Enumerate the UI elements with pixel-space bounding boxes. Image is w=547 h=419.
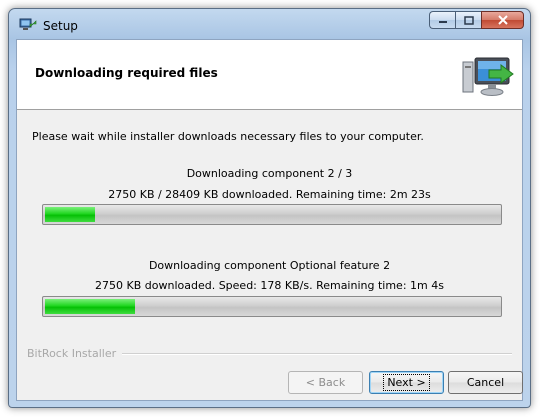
setup-window: Setup Downloading required files Please … [8,8,531,408]
back-button[interactable]: < Back [288,371,363,394]
next-button[interactable]: Next > [369,371,444,394]
window-title: Setup [43,19,78,33]
download-1-progress-bar [42,204,502,225]
wizard-body: Downloading required files Please wait w… [16,39,523,401]
instructions-text: Please wait while installer downloads ne… [32,130,424,143]
setup-app-icon [19,18,37,30]
wizard-header: Downloading required files [17,40,522,110]
download-2-progress-fill [45,299,135,314]
next-button-label: Next > [383,374,430,391]
minimize-button[interactable] [429,11,455,29]
cancel-button-label: Cancel [466,376,505,389]
back-button-label: < Back [305,376,346,389]
maximize-icon [463,15,474,25]
page-title: Downloading required files [35,66,218,80]
download-2-details: 2750 KB downloaded. Speed: 178 KB/s. Rem… [95,279,444,292]
title-bar[interactable]: Setup [9,9,530,39]
cancel-button[interactable]: Cancel [448,371,523,394]
close-button[interactable] [481,11,524,29]
download-1-progress-fill [45,207,95,222]
caption-buttons [429,11,524,29]
branding-label: BitRock Installer [27,347,123,360]
download-1-details: 2750 KB / 28409 KB downloaded. Remaining… [108,188,431,201]
maximize-button[interactable] [455,11,481,29]
minimize-icon [438,21,447,23]
close-icon [497,15,508,25]
computer-download-icon [462,57,514,96]
download-2-progress-bar [42,296,502,317]
branding-divider [117,353,512,355]
download-1-title: Downloading component 2 / 3 [186,167,353,180]
download-2-title: Downloading component Optional feature 2 [148,259,391,272]
